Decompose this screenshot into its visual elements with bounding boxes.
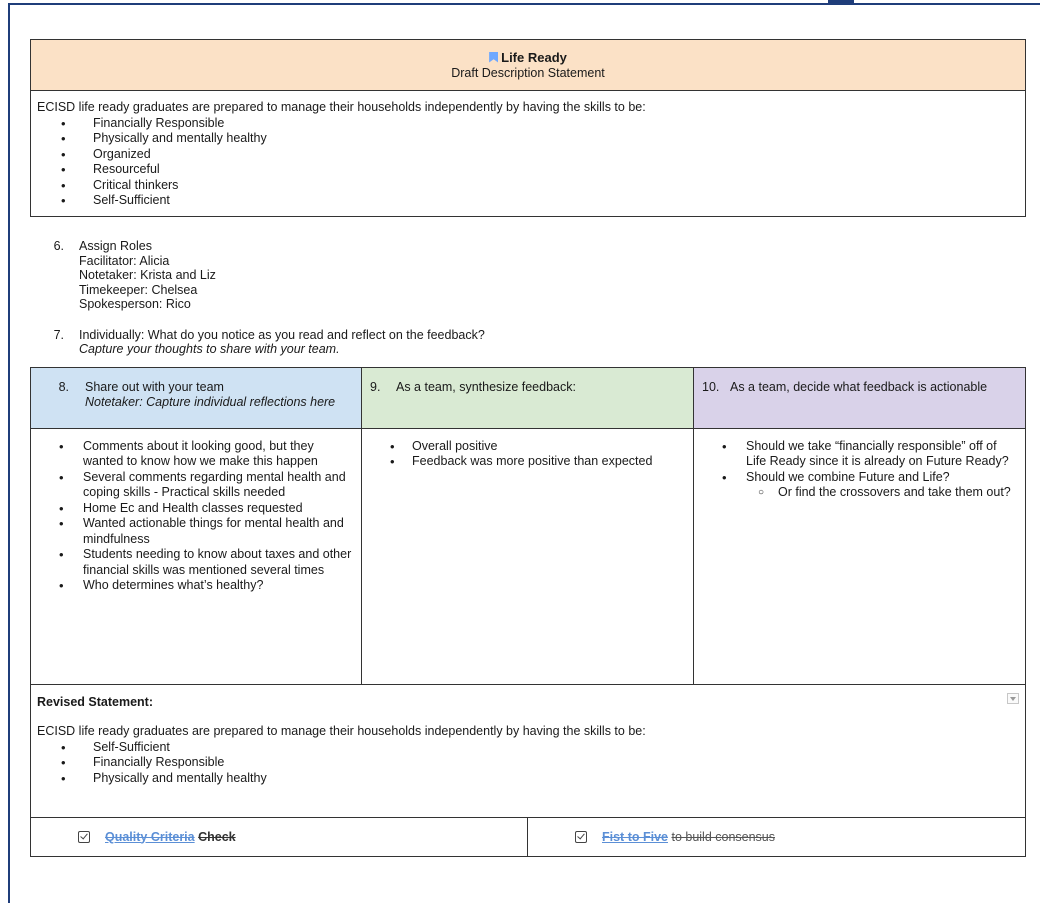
role-notetaker: Notetaker: Krista and Liz [79,268,216,282]
share-out-cell: Comments about it looking good, but they… [30,427,362,685]
description-list: Financially Responsible Physically and m… [37,116,1019,209]
fist-to-five-cell: Fist to Five to build consensus [527,816,1026,857]
consensus-label: to build consensus [671,829,776,844]
list-item: Wanted actionable things for mental heal… [39,516,353,547]
list-item: Physically and mentally healthy [37,771,1019,787]
list-item: Overall positive [370,439,685,455]
fist-to-five-link[interactable]: Fist to Five [602,830,668,844]
step-number: 6. [53,239,64,253]
list-item: Financially Responsible [37,755,1019,771]
steps-section: 6. Assign Roles Facilitator: Alicia Note… [30,217,1026,357]
header-synthesize: 9. As a team, synthesize feedback: [361,366,694,429]
list-item: Financially Responsible [37,116,1019,132]
revised-list: Self-Sufficient Financially Responsible … [37,740,1019,787]
step-6: 6. Assign Roles Facilitator: Alicia Note… [37,239,1026,312]
list-item: Should we take “financially responsible”… [702,439,1017,470]
checkbox-checked-icon[interactable] [78,830,90,843]
list-item: Feedback was more positive than expected [370,454,685,470]
role-facilitator: Facilitator: Alicia [79,253,170,268]
list-item: Who determines what’s healthy? [39,578,353,594]
list-item: Organized [37,147,1019,163]
corner-tab [828,0,854,5]
header-actionable: 10. As a team, decide what feedback is a… [693,366,1026,429]
life-ready-table: Life Ready Draft Description Statement E… [30,39,1026,217]
description-cell: ECISD life ready graduates are prepared … [30,90,1026,217]
synthesize-cell: Overall positive Feedback was more posit… [361,427,694,685]
column-title: Share out with your team [85,379,224,394]
step-number: 8. [58,379,69,394]
column-title: As a team, decide what feedback is actio… [730,379,988,394]
header-cell: Life Ready Draft Description Statement [30,39,1026,91]
step-title: Assign Roles [79,239,152,253]
step-number: 7. [53,327,64,342]
header-subtitle: Draft Description Statement [451,65,605,80]
list-item: Comments about it looking good, but they… [39,439,353,470]
list-item: Several comments regarding mental health… [39,470,353,501]
list-item: Should we combine Future and Life? [702,470,1017,486]
check-label: Check [198,829,236,844]
feedback-table: 8. Share out with your team Notetaker: C… [30,366,1026,818]
role-timekeeper: Timekeeper: Chelsea [79,282,198,297]
revised-statement-cell: Revised Statement: ECISD life ready grad… [30,683,1026,818]
column-instruction: Notetaker: Capture individual reflection… [85,394,336,409]
step-number: 10. [702,379,720,394]
actionable-cell: Should we take “financially responsible”… [693,427,1026,685]
checks-table: Quality Criteria Check Fist to Five to b… [30,816,1026,857]
step-instruction: Capture your thoughts to share with your… [79,342,340,356]
step-number: 9. [370,379,381,394]
list-item: Resourceful [37,162,1019,178]
list-item: Students needing to know about taxes and… [39,547,353,578]
list-item: Home Ec and Health classes requested [39,501,353,517]
header-title: Life Ready [501,49,567,65]
list-item: Physically and mentally healthy [37,131,1019,147]
description-intro: ECISD life ready graduates are prepared … [37,100,646,114]
bookmark-icon [489,51,499,63]
step-7: 7. Individually: What do you notice as y… [37,328,1026,357]
quality-check-cell: Quality Criteria Check [30,816,528,857]
revised-title: Revised Statement: [37,694,154,709]
column-title: As a team, synthesize feedback: [396,379,576,394]
header-share-out: 8. Share out with your team Notetaker: C… [30,366,362,429]
checkbox-checked-icon[interactable] [575,830,587,843]
dropdown-icon[interactable] [1007,692,1019,704]
quality-criteria-link[interactable]: Quality Criteria [105,830,195,844]
sub-list-item: Or find the crossovers and take them out… [702,485,1017,501]
list-item: Critical thinkers [37,178,1019,194]
list-item: Self-Sufficient [37,740,1019,756]
step-text: Individually: What do you notice as you … [79,327,485,342]
document-page: Life Ready Draft Description Statement E… [30,39,1026,857]
role-spokesperson: Spokesperson: Rico [79,297,191,311]
revised-intro: ECISD life ready graduates are prepared … [37,724,646,738]
list-item: Self-Sufficient [37,193,1019,209]
